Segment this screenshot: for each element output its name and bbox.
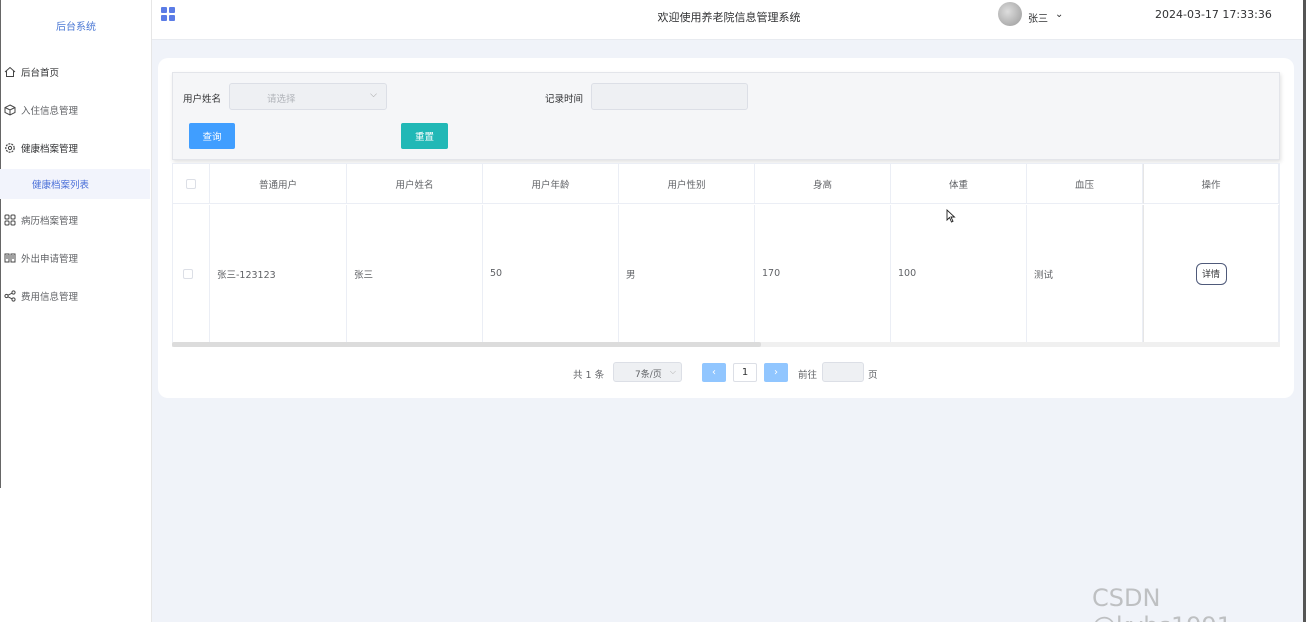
book-icon bbox=[3, 251, 17, 265]
prev-page-button[interactable]: ‹ bbox=[702, 363, 726, 382]
table-cell: 张三-123123 bbox=[210, 205, 347, 342]
table-cell: 测试 bbox=[1027, 205, 1143, 342]
column-header: 血压 bbox=[1027, 164, 1143, 204]
home-icon bbox=[3, 65, 17, 79]
column-header: 普通用户 bbox=[210, 164, 347, 204]
next-page-button[interactable]: › bbox=[764, 363, 788, 382]
action-cell: 详情 bbox=[1143, 205, 1279, 342]
record-time-label: 记录时间 bbox=[545, 94, 584, 105]
brand-title: 后台系统 bbox=[56, 22, 96, 33]
table-cell: 50 bbox=[483, 205, 619, 342]
sidebar-item-medical[interactable]: 病历档案管理 bbox=[0, 205, 150, 235]
cube-icon bbox=[3, 103, 17, 117]
page-title: 欢迎使用养老院信息管理系统 bbox=[657, 11, 801, 24]
share-icon bbox=[3, 289, 17, 303]
select-all-cell[interactable] bbox=[173, 164, 210, 204]
select-all-checkbox[interactable] bbox=[186, 178, 196, 189]
chevron-down-icon: ⌵ bbox=[669, 367, 676, 376]
chevron-right-icon: › bbox=[774, 367, 778, 378]
data-table: 普通用户 用户姓名 用户年龄 用户性别 身高 体重 血压 操作 张三-12312… bbox=[172, 163, 1280, 343]
page-size-select[interactable]: 7条/页 ⌵ bbox=[613, 362, 682, 382]
column-header: 操作 bbox=[1143, 164, 1279, 204]
page-suffix-label: 页 bbox=[868, 370, 878, 381]
detail-button[interactable]: 详情 bbox=[1195, 262, 1227, 285]
pagination-total: 共 1 条 bbox=[573, 370, 605, 381]
sidebar-item-label: 病历档案管理 bbox=[21, 216, 79, 227]
sidebar-item-label: 外出申请管理 bbox=[21, 254, 79, 265]
query-button[interactable]: 查询 bbox=[189, 123, 235, 149]
chevron-down-icon: ⌵ bbox=[370, 90, 377, 100]
table-cell: 张三 bbox=[347, 205, 483, 342]
grid-icon bbox=[3, 213, 17, 227]
table-cell: 男 bbox=[619, 205, 755, 342]
scrollbar-thumb[interactable] bbox=[172, 342, 761, 347]
user-name-label: 用户姓名 bbox=[183, 94, 222, 105]
select-placeholder: 请选择 bbox=[267, 94, 296, 105]
user-name[interactable]: 张三 bbox=[1028, 10, 1048, 25]
table-scrollbar[interactable] bbox=[172, 342, 1280, 347]
reset-button[interactable]: 重置 bbox=[401, 123, 448, 149]
row-select-cell[interactable] bbox=[173, 205, 210, 342]
gear-icon bbox=[3, 141, 17, 155]
sidebar-item-label: 健康档案管理 bbox=[21, 144, 79, 155]
menu-toggle-icon[interactable] bbox=[161, 7, 175, 21]
page-size-value: 7条/页 bbox=[635, 370, 662, 380]
chevron-down-icon[interactable]: ⌄ bbox=[1055, 9, 1063, 20]
column-header: 用户性别 bbox=[619, 164, 755, 204]
column-header: 体重 bbox=[891, 164, 1027, 204]
datetime: 2024-03-17 17:33:36 bbox=[1155, 8, 1272, 21]
record-time-input[interactable] bbox=[591, 83, 748, 110]
sidebar-item-outing[interactable]: 外出申请管理 bbox=[0, 243, 150, 273]
table-cell: 170 bbox=[755, 205, 891, 342]
watermark: CSDN @kybs1991 bbox=[1092, 584, 1232, 622]
avatar[interactable] bbox=[998, 2, 1022, 26]
column-header: 用户年龄 bbox=[483, 164, 619, 204]
user-name-select[interactable]: 请选择 ⌵ bbox=[229, 83, 387, 110]
sidebar-item-label: 后台首页 bbox=[21, 68, 60, 79]
goto-page-input[interactable] bbox=[822, 362, 864, 382]
sidebar-item-fees[interactable]: 费用信息管理 bbox=[0, 281, 150, 311]
sidebar: 后台系统 后台首页 入住信息管理 健康档案管理 健康档案列表 病历档案管理 外出… bbox=[0, 0, 152, 622]
column-header: 用户姓名 bbox=[347, 164, 483, 204]
column-header: 身高 bbox=[755, 164, 891, 204]
page-number[interactable]: 1 bbox=[733, 363, 757, 382]
table-cell: 100 bbox=[891, 205, 1027, 342]
sidebar-item-home[interactable]: 后台首页 bbox=[0, 57, 150, 87]
top-bar: 欢迎使用养老院信息管理系统 张三 ⌄ 2024-03-17 17:33:36 bbox=[152, 0, 1306, 40]
mouse-cursor-icon bbox=[946, 209, 956, 223]
row-checkbox[interactable] bbox=[183, 268, 193, 279]
sidebar-item-health-list[interactable]: 健康档案列表 bbox=[0, 169, 150, 199]
sidebar-item-label: 健康档案列表 bbox=[32, 180, 90, 191]
sidebar-item-checkin[interactable]: 入住信息管理 bbox=[0, 95, 150, 125]
sidebar-item-health[interactable]: 健康档案管理 bbox=[0, 133, 150, 163]
goto-label: 前往 bbox=[798, 370, 818, 381]
sidebar-item-label: 费用信息管理 bbox=[21, 292, 79, 303]
chevron-left-icon: ‹ bbox=[712, 367, 716, 378]
sidebar-item-label: 入住信息管理 bbox=[21, 106, 79, 117]
